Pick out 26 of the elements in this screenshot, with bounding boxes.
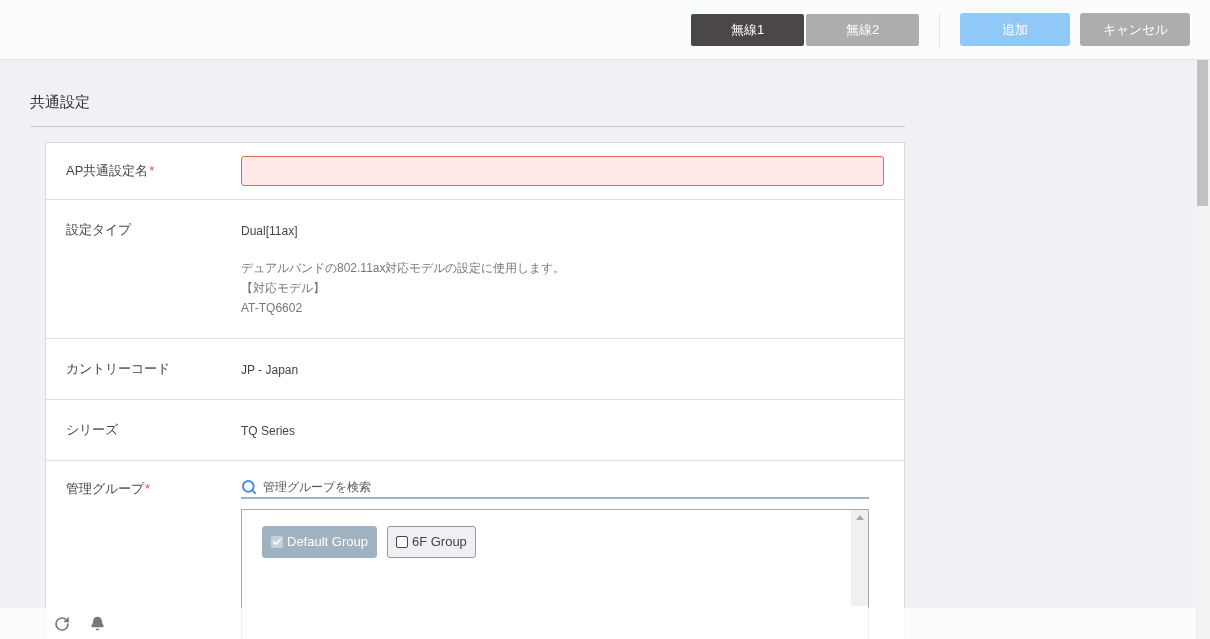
description-text: AT-TQ6602 [241,300,304,317]
field-label: AP共通設定名 [66,163,149,179]
tab[interactable]: 無線1 [691,13,804,46]
search-icon [241,479,257,495]
required-mark: * [145,481,151,496]
field-label: 管理グループ [66,481,144,496]
cancel-button[interactable]: キャンセル [1080,13,1190,46]
required-mark: * [149,163,155,179]
tab[interactable]: 無線2 [806,13,919,46]
field-label: カントリーコード [66,361,170,376]
field-value: JP - Japan [241,362,299,379]
field-label: 設定タイプ [66,222,131,237]
description-text: 【対応モデル】 [241,280,326,297]
section-title: 共通設定 [30,93,90,110]
search-field[interactable]: 管理グループを検索 [263,478,869,496]
add-button[interactable]: 追加 [960,13,1070,46]
field-label: シリーズ [66,422,118,437]
field-value: TQ Series [241,423,295,440]
group-chip[interactable]: 6F Group [386,526,476,558]
description-text: デュアルバンドの802.11ax対応モデルの設定に使用します。 [241,260,566,277]
checkbox[interactable] [395,536,408,548]
name-input[interactable] [241,156,884,186]
bell-icon[interactable] [90,616,105,631]
field-value: Dual[11ax] [241,223,299,240]
scrollbar[interactable] [851,510,868,606]
refresh-icon[interactable] [54,615,70,632]
